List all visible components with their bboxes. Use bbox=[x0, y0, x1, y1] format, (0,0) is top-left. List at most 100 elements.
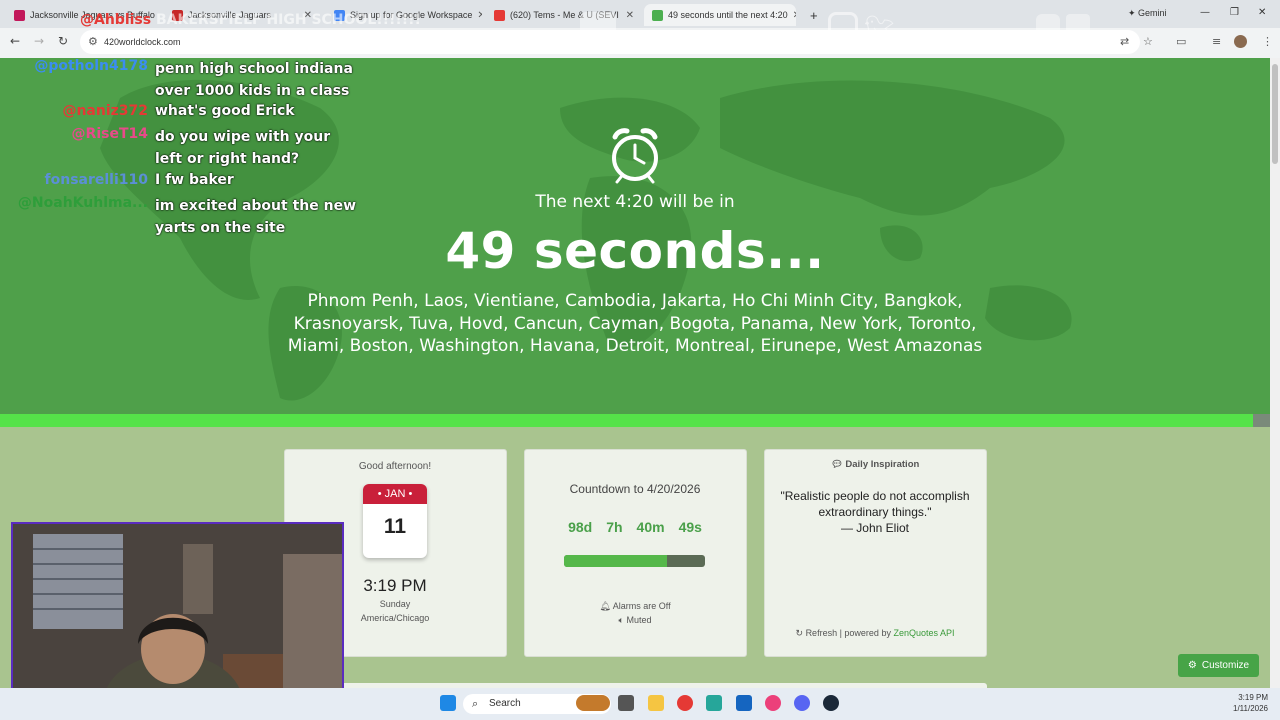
gemini-label: Gemini bbox=[1138, 8, 1167, 18]
search-highlight-icon bbox=[576, 695, 610, 711]
youtube-icon bbox=[494, 9, 505, 21]
mail-icon[interactable] bbox=[736, 695, 752, 711]
snapchat-overlay-icon bbox=[1036, 14, 1060, 40]
windows-start-icon[interactable] bbox=[440, 695, 456, 711]
close-icon[interactable]: ✕ bbox=[477, 10, 482, 21]
customize-button[interactable]: ⚙ Customize bbox=[1178, 654, 1259, 677]
avatar[interactable] bbox=[1234, 35, 1247, 48]
youtube-overlay-icon bbox=[580, 12, 616, 42]
chat-user: @naniz372 bbox=[0, 103, 148, 119]
close-icon[interactable]: ✕ bbox=[626, 10, 634, 21]
taskbar-time: 3:19 PM bbox=[1238, 693, 1268, 702]
twitch-overlay-icon bbox=[1066, 14, 1090, 40]
chat-message: do you wipe with your left or right hand… bbox=[155, 129, 331, 167]
countdown-progress-bar bbox=[564, 555, 705, 567]
minute-progress-bar bbox=[0, 414, 1270, 427]
mute-status[interactable]: 🔈︎ Muted bbox=[524, 615, 746, 626]
alarm-clock-icon bbox=[612, 128, 658, 184]
gemini-button[interactable]: ✦ Gemini bbox=[1128, 8, 1167, 19]
chat-username: @RiseT14 bbox=[71, 126, 148, 142]
steam-icon[interactable] bbox=[823, 695, 839, 711]
chat-username: @naniz372 bbox=[62, 103, 148, 119]
countdown-progress-fill bbox=[564, 555, 667, 567]
countdown-seconds-value: 49s bbox=[678, 519, 702, 535]
calendar-month: • JAN • bbox=[363, 484, 427, 504]
city-list: Phnom Penh, Laos, Vientiane, Cambodia, J… bbox=[287, 291, 983, 356]
countdown-values: 98d 7h 40m 49s bbox=[524, 519, 746, 535]
speech-bubble-icon: 💬︎ bbox=[830, 459, 843, 470]
alarm-label: Alarms are Off bbox=[612, 601, 671, 611]
stream-banner: @Ahbliss BAKERSFIELF HIGH SCHOOL!!!!!!! bbox=[80, 12, 421, 28]
refresh-icon: ↻ bbox=[795, 628, 804, 638]
quote-card bbox=[764, 449, 987, 657]
month-label: JAN bbox=[384, 488, 406, 500]
chat-username: @NoahKuhlma... bbox=[17, 195, 148, 211]
back-icon[interactable]: ← bbox=[10, 34, 20, 48]
quote-heading: 💬︎ Daily Inspiration bbox=[764, 459, 986, 470]
refresh-label: Refresh bbox=[805, 628, 838, 638]
chat-user: @RiseT14 bbox=[0, 126, 148, 142]
banner-user: @Ahbliss bbox=[80, 12, 152, 28]
powered-by-label: | powered by bbox=[837, 628, 894, 638]
tab-420-clock[interactable]: 49 seconds until the next 4:20 ✕ bbox=[644, 4, 796, 26]
tab-search-icon[interactable]: ≡ bbox=[1212, 35, 1221, 48]
close-window-icon[interactable]: ✕ bbox=[1258, 7, 1266, 18]
translate-icon[interactable]: ⇄ bbox=[1120, 35, 1129, 48]
taskbar bbox=[0, 688, 1280, 720]
file-explorer-icon[interactable] bbox=[648, 695, 664, 711]
speaker-muted-icon: 🔈︎ bbox=[618, 615, 624, 625]
scrollbar[interactable] bbox=[1270, 58, 1280, 688]
countdown-hours: 7h bbox=[606, 519, 623, 535]
chat-user: @NoahKuhlma... bbox=[0, 195, 148, 211]
tab-youtube-tems[interactable]: (620) Tems - Me & U (SEVI ✕ bbox=[486, 4, 642, 26]
itunes-icon[interactable] bbox=[765, 695, 781, 711]
tab-favicon-icon bbox=[14, 9, 25, 21]
customize-label: Customize bbox=[1201, 660, 1250, 671]
quote-body: "Realistic people do not accomplish extr… bbox=[780, 489, 970, 519]
discord-icon[interactable] bbox=[794, 695, 810, 711]
search-label: Search bbox=[489, 698, 521, 709]
site-info-icon[interactable]: ⚙ bbox=[88, 35, 98, 48]
alarm-status[interactable]: 🔔︎ Alarms are Off bbox=[524, 601, 746, 612]
twitter-overlay-icon: 🐦︎ bbox=[864, 14, 895, 42]
search-icon: ⌕ bbox=[472, 697, 479, 710]
url-text[interactable]: 420worldclock.com bbox=[104, 37, 181, 47]
countdown-minutes: 40m bbox=[636, 519, 665, 535]
instagram-overlay-icon bbox=[828, 12, 858, 42]
app-icon[interactable] bbox=[706, 695, 722, 711]
chat-username: fonsarelli110 bbox=[44, 172, 148, 188]
chat-message: I fw baker bbox=[155, 172, 234, 188]
calendar-icon: • JAN • 11 bbox=[363, 484, 427, 558]
taskbar-date: 1/11/2026 bbox=[1233, 704, 1268, 713]
countdown-title: Countdown to 4/20/2026 bbox=[569, 482, 701, 496]
restore-icon[interactable]: ❐ bbox=[1230, 7, 1239, 18]
taskbar-clock[interactable]: 3:19 PM 1/11/2026 bbox=[1228, 692, 1268, 714]
chat-username: @potholn4178 bbox=[34, 58, 148, 74]
scrollbar-thumb[interactable] bbox=[1272, 64, 1278, 164]
tab-title: 49 seconds until the next 4:20 bbox=[668, 10, 788, 20]
quote-heading-label: Daily Inspiration bbox=[845, 459, 920, 470]
refresh-button[interactable]: ↻ Refresh bbox=[796, 628, 838, 638]
minimize-icon[interactable]: — bbox=[1200, 7, 1210, 18]
bookmark-star-icon[interactable]: ☆ bbox=[1143, 35, 1153, 48]
chat-user: fonsarelli110 bbox=[0, 172, 148, 188]
reload-icon[interactable]: ↻ bbox=[58, 34, 68, 48]
calendar-day: 11 bbox=[383, 515, 407, 538]
quote-text: "Realistic people do not accomplish extr… bbox=[772, 488, 978, 536]
zenquotes-link[interactable]: ZenQuotes API bbox=[893, 628, 954, 638]
chrome-icon[interactable] bbox=[677, 695, 693, 711]
chat-message: what's good Erick bbox=[155, 103, 295, 119]
task-view-icon[interactable] bbox=[618, 695, 634, 711]
webcam-scene bbox=[13, 524, 342, 708]
bell-icon: 🔔︎ bbox=[599, 601, 611, 611]
new-tab-button[interactable]: + bbox=[802, 4, 820, 26]
menu-icon[interactable]: ⋮ bbox=[1262, 35, 1273, 48]
quote-footer: ↻ Refresh | powered by ZenQuotes API bbox=[764, 628, 986, 639]
tab-favicon-icon bbox=[652, 9, 663, 21]
chat-message: penn high school indiana over 1000 kids … bbox=[155, 61, 353, 99]
close-icon[interactable]: ✕ bbox=[793, 10, 796, 21]
sidepanel-icon[interactable]: ▭ bbox=[1176, 35, 1186, 48]
countdown-days: 98d bbox=[568, 519, 593, 535]
forward-icon[interactable]: → bbox=[34, 34, 44, 48]
chat-user: @potholn4178 bbox=[0, 58, 148, 74]
